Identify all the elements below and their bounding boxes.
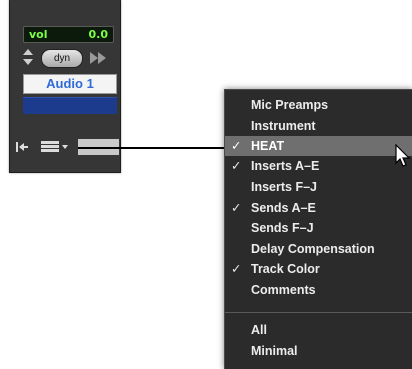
menu-item-label: Track Color — [251, 262, 320, 276]
menu-item-sends-a-e[interactable]: ✓ Sends A–E — [225, 198, 412, 218]
connector-line — [78, 147, 226, 149]
menu-item-label: Comments — [251, 283, 316, 297]
menu-item-all[interactable]: All — [225, 320, 412, 340]
view-bar-top — [41, 141, 59, 144]
view-selector-icon[interactable] — [41, 141, 59, 153]
stepper-up-icon[interactable] — [23, 49, 33, 55]
view-bar-middle — [41, 145, 59, 148]
menu-item-label: Minimal — [251, 344, 298, 358]
menu-item-sends-f-j[interactable]: Sends F–J — [225, 218, 412, 238]
menu-item-label: Mic Preamps — [251, 98, 329, 112]
menu-item-label: Inserts F–J — [251, 180, 318, 194]
menu-item-comments[interactable]: Comments — [225, 280, 412, 300]
menu-item-inserts-f-j[interactable]: Inserts F–J — [225, 177, 412, 197]
volume-display[interactable]: vol 0.0 — [23, 26, 114, 43]
stepper-icon[interactable] — [23, 49, 33, 67]
pointer-cursor-icon — [395, 144, 411, 167]
automation-row: dyn — [23, 47, 115, 69]
menu-item-label: HEAT — [251, 139, 285, 153]
menu-check: ✓ — [231, 139, 242, 153]
chevron-down-icon[interactable] — [62, 145, 68, 149]
menu-item-inserts-a-e[interactable]: ✓ Inserts A–E — [225, 156, 412, 176]
menu-item-label: Delay Compensation — [251, 242, 375, 256]
menu-item-mic-preamps[interactable]: Mic Preamps — [225, 95, 412, 115]
track-color-bar — [23, 97, 117, 114]
menu-item-label: All — [251, 323, 267, 337]
menu-item-minimal[interactable]: Minimal — [225, 341, 412, 361]
menu-item-label: Inserts A–E — [251, 159, 320, 173]
menu-item-label: Instrument — [251, 119, 316, 133]
menu-check: ✓ — [231, 201, 242, 215]
view-options-menu: Mic Preamps Instrument ✓ HEAT ✓ Inserts … — [224, 89, 412, 369]
stepper-down-icon[interactable] — [23, 59, 33, 65]
menu-item-heat[interactable]: ✓ HEAT — [225, 136, 412, 156]
menu-item-track-color[interactable]: ✓ Track Color — [225, 259, 412, 279]
volume-value: 0.0 — [88, 28, 109, 41]
menu-item-instrument[interactable]: Instrument — [225, 116, 412, 136]
automation-mode-button[interactable]: dyn — [41, 49, 83, 68]
menu-separator — [225, 312, 412, 313]
menu-item-delay-compensation[interactable]: Delay Compensation — [225, 239, 412, 259]
volume-label: vol — [29, 28, 48, 41]
menu-check: ✓ — [231, 159, 242, 173]
back-to-start-icon[interactable] — [15, 141, 29, 153]
track-name[interactable]: Audio 1 — [23, 74, 117, 94]
menu-item-label: Sends F–J — [251, 221, 314, 235]
menu-item-label: Sends A–E — [251, 201, 316, 215]
fast-forward-icon[interactable] — [89, 51, 107, 65]
view-bar-bottom — [41, 149, 59, 152]
menu-check: ✓ — [231, 262, 242, 276]
